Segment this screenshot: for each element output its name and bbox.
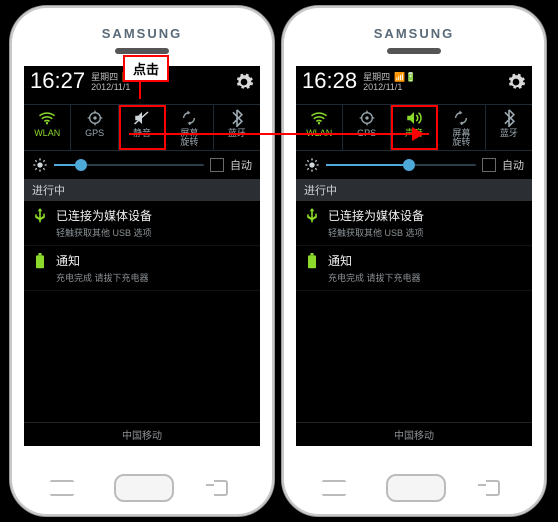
- softkey-menu[interactable]: [50, 480, 74, 496]
- item-media[interactable]: 已连接为媒体设备 轻触获取其他 USB 选项: [296, 201, 532, 246]
- item-title: 已连接为媒体设备: [56, 207, 152, 224]
- mute-icon: [119, 109, 165, 127]
- toggle-bluetooth[interactable]: 蓝牙: [214, 105, 260, 150]
- item-sub: 轻触获取其他 USB 选项: [328, 226, 424, 239]
- item-title: 通知: [56, 252, 149, 269]
- sound-icon: [391, 109, 437, 127]
- gps-icon: [343, 109, 389, 127]
- carrier-footer: 中国移动: [296, 422, 532, 446]
- home-button[interactable]: [114, 474, 174, 502]
- brightness-row: 自动: [24, 151, 260, 179]
- settings-button[interactable]: [506, 72, 526, 92]
- toggle-mute[interactable]: 静音: [119, 105, 166, 150]
- auto-checkbox[interactable]: [210, 158, 224, 172]
- usb-icon: [304, 207, 320, 224]
- screen-left: 16:27 星期四📶🔋 2012/11/1 WLAN GPS: [24, 66, 260, 446]
- brand-logo: SAMSUNG: [10, 26, 274, 41]
- date: 2012/11/1: [363, 82, 402, 92]
- clock: 16:28: [302, 70, 357, 92]
- toggle-bluetooth[interactable]: 蓝牙: [486, 105, 532, 150]
- screen-right: 16:28 星期四 📶🔋 2012/11/1 WLAN GPS: [296, 66, 532, 446]
- auto-label: 自动: [502, 157, 524, 173]
- section-ongoing: 进行中: [24, 179, 260, 201]
- item-sub: 充电完成 请拔下充电器: [56, 271, 149, 284]
- speaker: [115, 48, 169, 54]
- softkey-menu[interactable]: [322, 480, 346, 496]
- wifi-icon: [24, 109, 70, 127]
- arrow-annotation: [129, 133, 429, 135]
- rotate-icon: [438, 109, 484, 127]
- weekday: 星期四: [363, 72, 390, 82]
- date-block: 星期四 📶🔋 2012/11/1: [363, 70, 416, 92]
- battery-icon: [32, 252, 48, 269]
- phone-right: SAMSUNG 16:28 星期四 📶🔋 2012/11/1 WLAN: [281, 5, 547, 517]
- status-bar: 16:28 星期四 📶🔋 2012/11/1: [296, 66, 532, 104]
- brightness-icon: [32, 157, 48, 173]
- rotate-icon: [166, 109, 212, 127]
- item-title: 已连接为媒体设备: [328, 207, 424, 224]
- comparison-stage: SAMSUNG 16:27 星期四 📶🔋 2012/11/1 WLAN: [0, 0, 558, 522]
- toggle-rotate[interactable]: 屏幕 旋转: [166, 105, 213, 150]
- speaker: [387, 48, 441, 54]
- brightness-slider[interactable]: [326, 164, 476, 166]
- carrier-footer: 中国移动: [24, 422, 260, 446]
- item-sub: 轻触获取其他 USB 选项: [56, 226, 152, 239]
- section-ongoing: 进行中: [296, 179, 532, 201]
- brand-logo: SAMSUNG: [282, 26, 546, 41]
- usb-icon: [32, 207, 48, 224]
- toggle-rotate[interactable]: 屏幕 旋转: [438, 105, 485, 150]
- bluetooth-icon: [486, 109, 532, 127]
- brightness-row: 自动: [296, 151, 532, 179]
- item-notify[interactable]: 通知 充电完成 请拔下充电器: [24, 246, 260, 291]
- date: 2012/11/1: [91, 82, 130, 92]
- battery-icon: [304, 252, 320, 269]
- brightness-icon: [304, 157, 320, 173]
- item-title: 通知: [328, 252, 421, 269]
- quick-toggles: WLAN GPS 静音 屏幕 旋转 蓝牙: [24, 104, 260, 151]
- gps-icon: [71, 109, 117, 127]
- signal-icon: 📶🔋: [394, 72, 416, 82]
- toggle-gps[interactable]: GPS: [343, 105, 390, 150]
- callout-label: 点击: [123, 55, 169, 82]
- toggle-gps[interactable]: GPS: [71, 105, 118, 150]
- toggle-wlan[interactable]: WLAN: [296, 105, 343, 150]
- clock: 16:27: [30, 70, 85, 92]
- item-notify[interactable]: 通知 充电完成 请拔下充电器: [296, 246, 532, 291]
- auto-label: 自动: [230, 157, 252, 173]
- weekday: 星期四: [91, 72, 118, 82]
- settings-button[interactable]: [234, 72, 254, 92]
- item-sub: 充电完成 请拔下充电器: [328, 271, 421, 284]
- wifi-icon: [296, 109, 342, 127]
- softkey-back[interactable]: [486, 480, 500, 496]
- brightness-slider[interactable]: [54, 164, 204, 166]
- home-button[interactable]: [386, 474, 446, 502]
- item-media[interactable]: 已连接为媒体设备 轻触获取其他 USB 选项: [24, 201, 260, 246]
- auto-checkbox[interactable]: [482, 158, 496, 172]
- softkey-back[interactable]: [214, 480, 228, 496]
- bluetooth-icon: [214, 109, 260, 127]
- toggle-wlan[interactable]: WLAN: [24, 105, 71, 150]
